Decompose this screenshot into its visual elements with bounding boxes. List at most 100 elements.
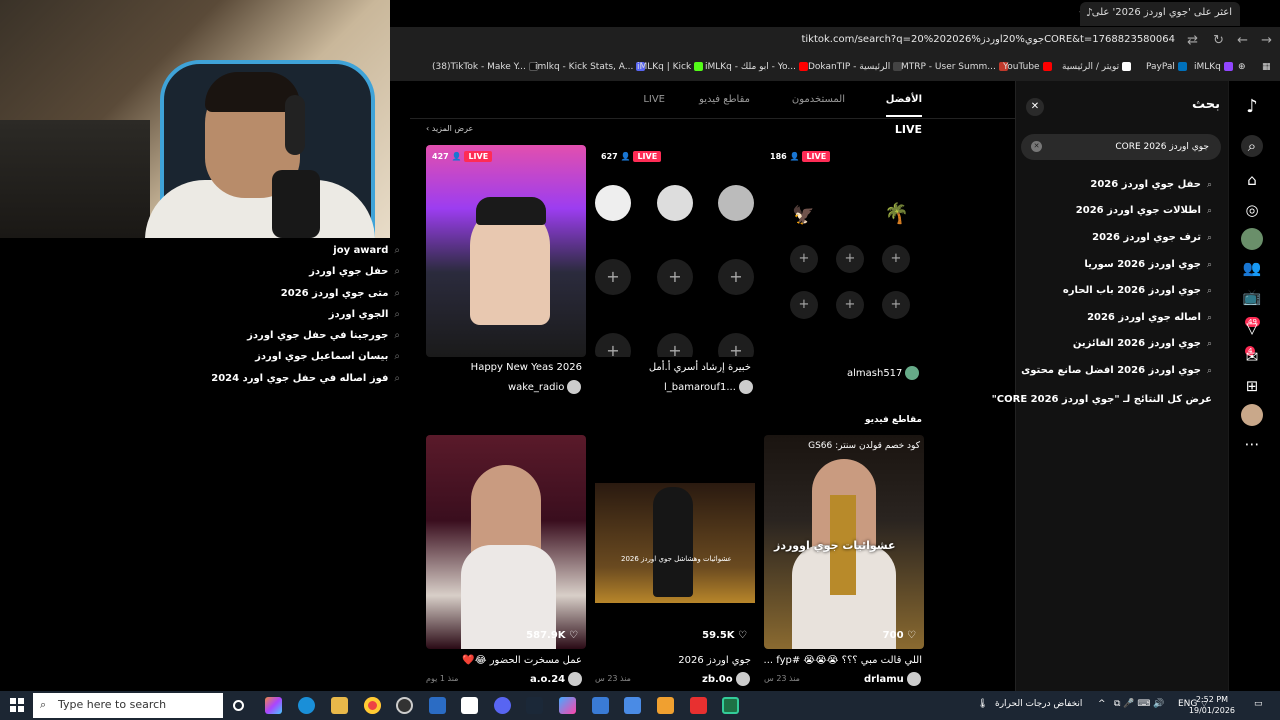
live-icon[interactable]: 📺 (1241, 286, 1263, 308)
reload-icon[interactable]: ↻ (1213, 33, 1224, 48)
left-suggestion[interactable]: ⌕فوز اصاله في حفل جوي اورد 2024 (211, 373, 400, 384)
live-card[interactable]: 427 👤 LIVE (426, 145, 586, 357)
video-username[interactable]: a.o.24 (530, 672, 583, 686)
app-icon[interactable] (624, 697, 641, 714)
live-username[interactable]: wake_radio (508, 380, 582, 394)
close-icon[interactable]: ✕ (1026, 98, 1044, 116)
bookmark-item[interactable]: iMLKq | Kick (637, 62, 706, 72)
bookmark-item[interactable]: YouTube (1003, 62, 1055, 72)
left-suggestion[interactable]: ⌕بيسان اسماعيل جوي اوردز (255, 351, 400, 362)
see-more-link[interactable]: عرض المزيد › (426, 124, 473, 133)
steam-icon[interactable] (526, 697, 543, 714)
file-explorer-icon[interactable] (331, 697, 348, 714)
left-suggestion[interactable]: ⌕جورجينا في حفل جوي اوردز (247, 330, 400, 341)
bookmark-item[interactable]: MTRP - User Summ... (901, 62, 1011, 72)
url-field[interactable]: tiktok.com/search?q=جوي%20اوردز%202026%2… (801, 34, 1175, 45)
browser-tab[interactable]: اعثر على 'جوي اوردز 2026' على ♪ (1080, 2, 1240, 26)
search-icon[interactable]: ⌕ (1241, 135, 1263, 157)
weather-text[interactable]: انخفاض درجات الحرارة (995, 699, 1082, 709)
add-guest-icon: + (718, 333, 754, 357)
excel-icon[interactable] (722, 697, 739, 714)
search-suggestion[interactable]: ⌕اصاله جوي اوردز 2026 (1087, 312, 1212, 323)
bookmarks-bar: (38)TikTok - Make Y... imlkq - Kick Stat… (390, 57, 1280, 81)
home-icon[interactable]: ⌂ (1241, 169, 1263, 191)
bookmark-item[interactable]: تويتر / الرئيسية (1062, 62, 1134, 72)
tab-top[interactable]: الأفضل (885, 94, 922, 117)
left-suggestion[interactable]: ⌕متى جوي اوردز 2026 (281, 288, 400, 299)
mail-icon[interactable] (429, 697, 446, 714)
search-suggestion[interactable]: ⌕ترف جوي اوردز 2026 (1092, 232, 1212, 243)
store-icon[interactable] (559, 697, 576, 714)
add-guest-icon: + (790, 291, 818, 319)
back-icon[interactable]: → (1261, 33, 1272, 48)
messages-icon[interactable]: ✉ (1241, 346, 1263, 368)
app-icon[interactable] (592, 697, 609, 714)
left-suggestion[interactable]: ⌕joy award (333, 245, 400, 256)
chrome-icon[interactable] (364, 697, 381, 714)
bookmark-item[interactable]: PayPal (1146, 62, 1190, 72)
search-suggestion[interactable]: ⌕حفل جوي اوردز 2026 (1090, 179, 1212, 190)
live-card[interactable]: 627 👤 LIVE + + + + + + (595, 145, 755, 357)
search-input[interactable] (1051, 134, 1209, 160)
bookmark-item[interactable]: imlkq - Kick Stats, A... (535, 62, 648, 72)
clear-search-icon[interactable]: ✕ (1031, 141, 1042, 152)
edge-icon[interactable] (298, 697, 315, 714)
tray-chevron-icon[interactable]: ^ (1098, 699, 1106, 709)
tab-videos[interactable]: مقاطع فيديو (699, 94, 750, 105)
tab-users[interactable]: المستخدمون (792, 94, 845, 105)
explore-icon[interactable]: ◎ (1241, 199, 1263, 221)
task-view-icon[interactable] (233, 700, 244, 711)
bookmark-item[interactable]: DokanTIP - الرئيسية (808, 62, 905, 72)
friends-icon[interactable]: 👥 (1241, 257, 1263, 279)
tab-live[interactable]: LIVE (643, 94, 665, 105)
search-icon: ⌕ (394, 351, 400, 362)
obs-icon[interactable] (396, 697, 413, 714)
search-suggestion[interactable]: ⌕جوي اوردز 2026 الفائزين (1073, 338, 1212, 349)
search-suggestion[interactable]: ⌕جوي اوردز 2026 سوريا (1084, 259, 1212, 270)
upload-icon[interactable]: ⊞ (1241, 375, 1263, 397)
vlc-icon[interactable] (657, 697, 674, 714)
left-suggestion[interactable]: ⌕حفل جوي اوردز (309, 266, 400, 277)
search-suggestion[interactable]: ⌕اطلالات جوي اوردز 2026 (1076, 205, 1212, 216)
live-username[interactable]: l_bamarouf1... (664, 380, 753, 394)
site-settings-icon[interactable]: ⇄ (1187, 33, 1198, 48)
bookmark-item[interactable]: iMLKq (1194, 62, 1236, 72)
tiktok-logo-icon[interactable]: ♪ (1241, 96, 1263, 118)
video-username[interactable]: drlamu (864, 672, 921, 686)
bookmark-item[interactable]: iMLKq - ابو ملك - Yo... (705, 62, 811, 72)
video-username[interactable]: zb.0o (702, 672, 750, 686)
forward-icon[interactable]: ← (1237, 33, 1248, 48)
taskbar: ⌕ Type here to search 🌡 انخفاض درجات الحر… (0, 691, 1280, 720)
windows-start-icon[interactable] (10, 698, 24, 712)
following-avatar-icon[interactable] (1241, 228, 1263, 250)
search-suggestion[interactable]: ⌕جوي اوردز 2026 افضل صانع محتوى (1021, 365, 1212, 376)
view-all-results-link[interactable]: عرض كل النتائج لـ "جوي اوردز CORE 2026" (992, 394, 1212, 405)
taskbar-search-input[interactable]: ⌕ Type here to search (33, 693, 223, 718)
video-card[interactable]: عشوائيات وهشاشل جوي اوردز 2026 59.5K ♡ (595, 435, 755, 649)
weather-icon[interactable]: 🌡 (977, 699, 988, 709)
app-icon[interactable] (690, 697, 707, 714)
more-icon[interactable]: ⋯ (1241, 433, 1263, 455)
tray-icons[interactable]: ⧉ 🎤 ⌨ 🔊 (1114, 699, 1164, 709)
apps-grid-icon[interactable]: ▦ (1262, 62, 1271, 72)
add-guest-icon: + (882, 245, 910, 273)
profile-avatar[interactable] (1241, 404, 1263, 426)
discord-icon[interactable] (494, 697, 511, 714)
kick-icon (694, 62, 704, 71)
copilot-icon[interactable] (265, 697, 282, 714)
twitch-icon (1223, 62, 1233, 71)
live-card[interactable]: 186 👤 LIVE 🦅 🌴 + + + + + + (764, 145, 924, 357)
inbox-icon[interactable]: ▽ (1241, 317, 1263, 339)
video-card[interactable]: 587.9K ♡ (426, 435, 586, 649)
globe-icon[interactable]: ⊕ (1238, 62, 1246, 72)
bookmark-item[interactable]: (38)TikTok - Make Y... (432, 62, 541, 72)
video-card[interactable]: كود خصم قولدن سنتر: GS66 عشوائيات جوي او… (764, 435, 924, 649)
left-suggestion[interactable]: ⌕الجوي اوردز (329, 309, 400, 320)
notification-icon[interactable]: ▭ (1254, 699, 1263, 709)
clock[interactable]: 2:52 PM 19/01/2026 (1189, 694, 1235, 716)
paypal-icon (1177, 62, 1187, 71)
app-icon[interactable] (461, 697, 478, 714)
video-date: منذ 23 س (764, 674, 800, 683)
search-suggestion[interactable]: ⌕جوي اوردز 2026 باب الحاره (1063, 285, 1212, 296)
live-username[interactable]: almash517 (847, 366, 920, 380)
